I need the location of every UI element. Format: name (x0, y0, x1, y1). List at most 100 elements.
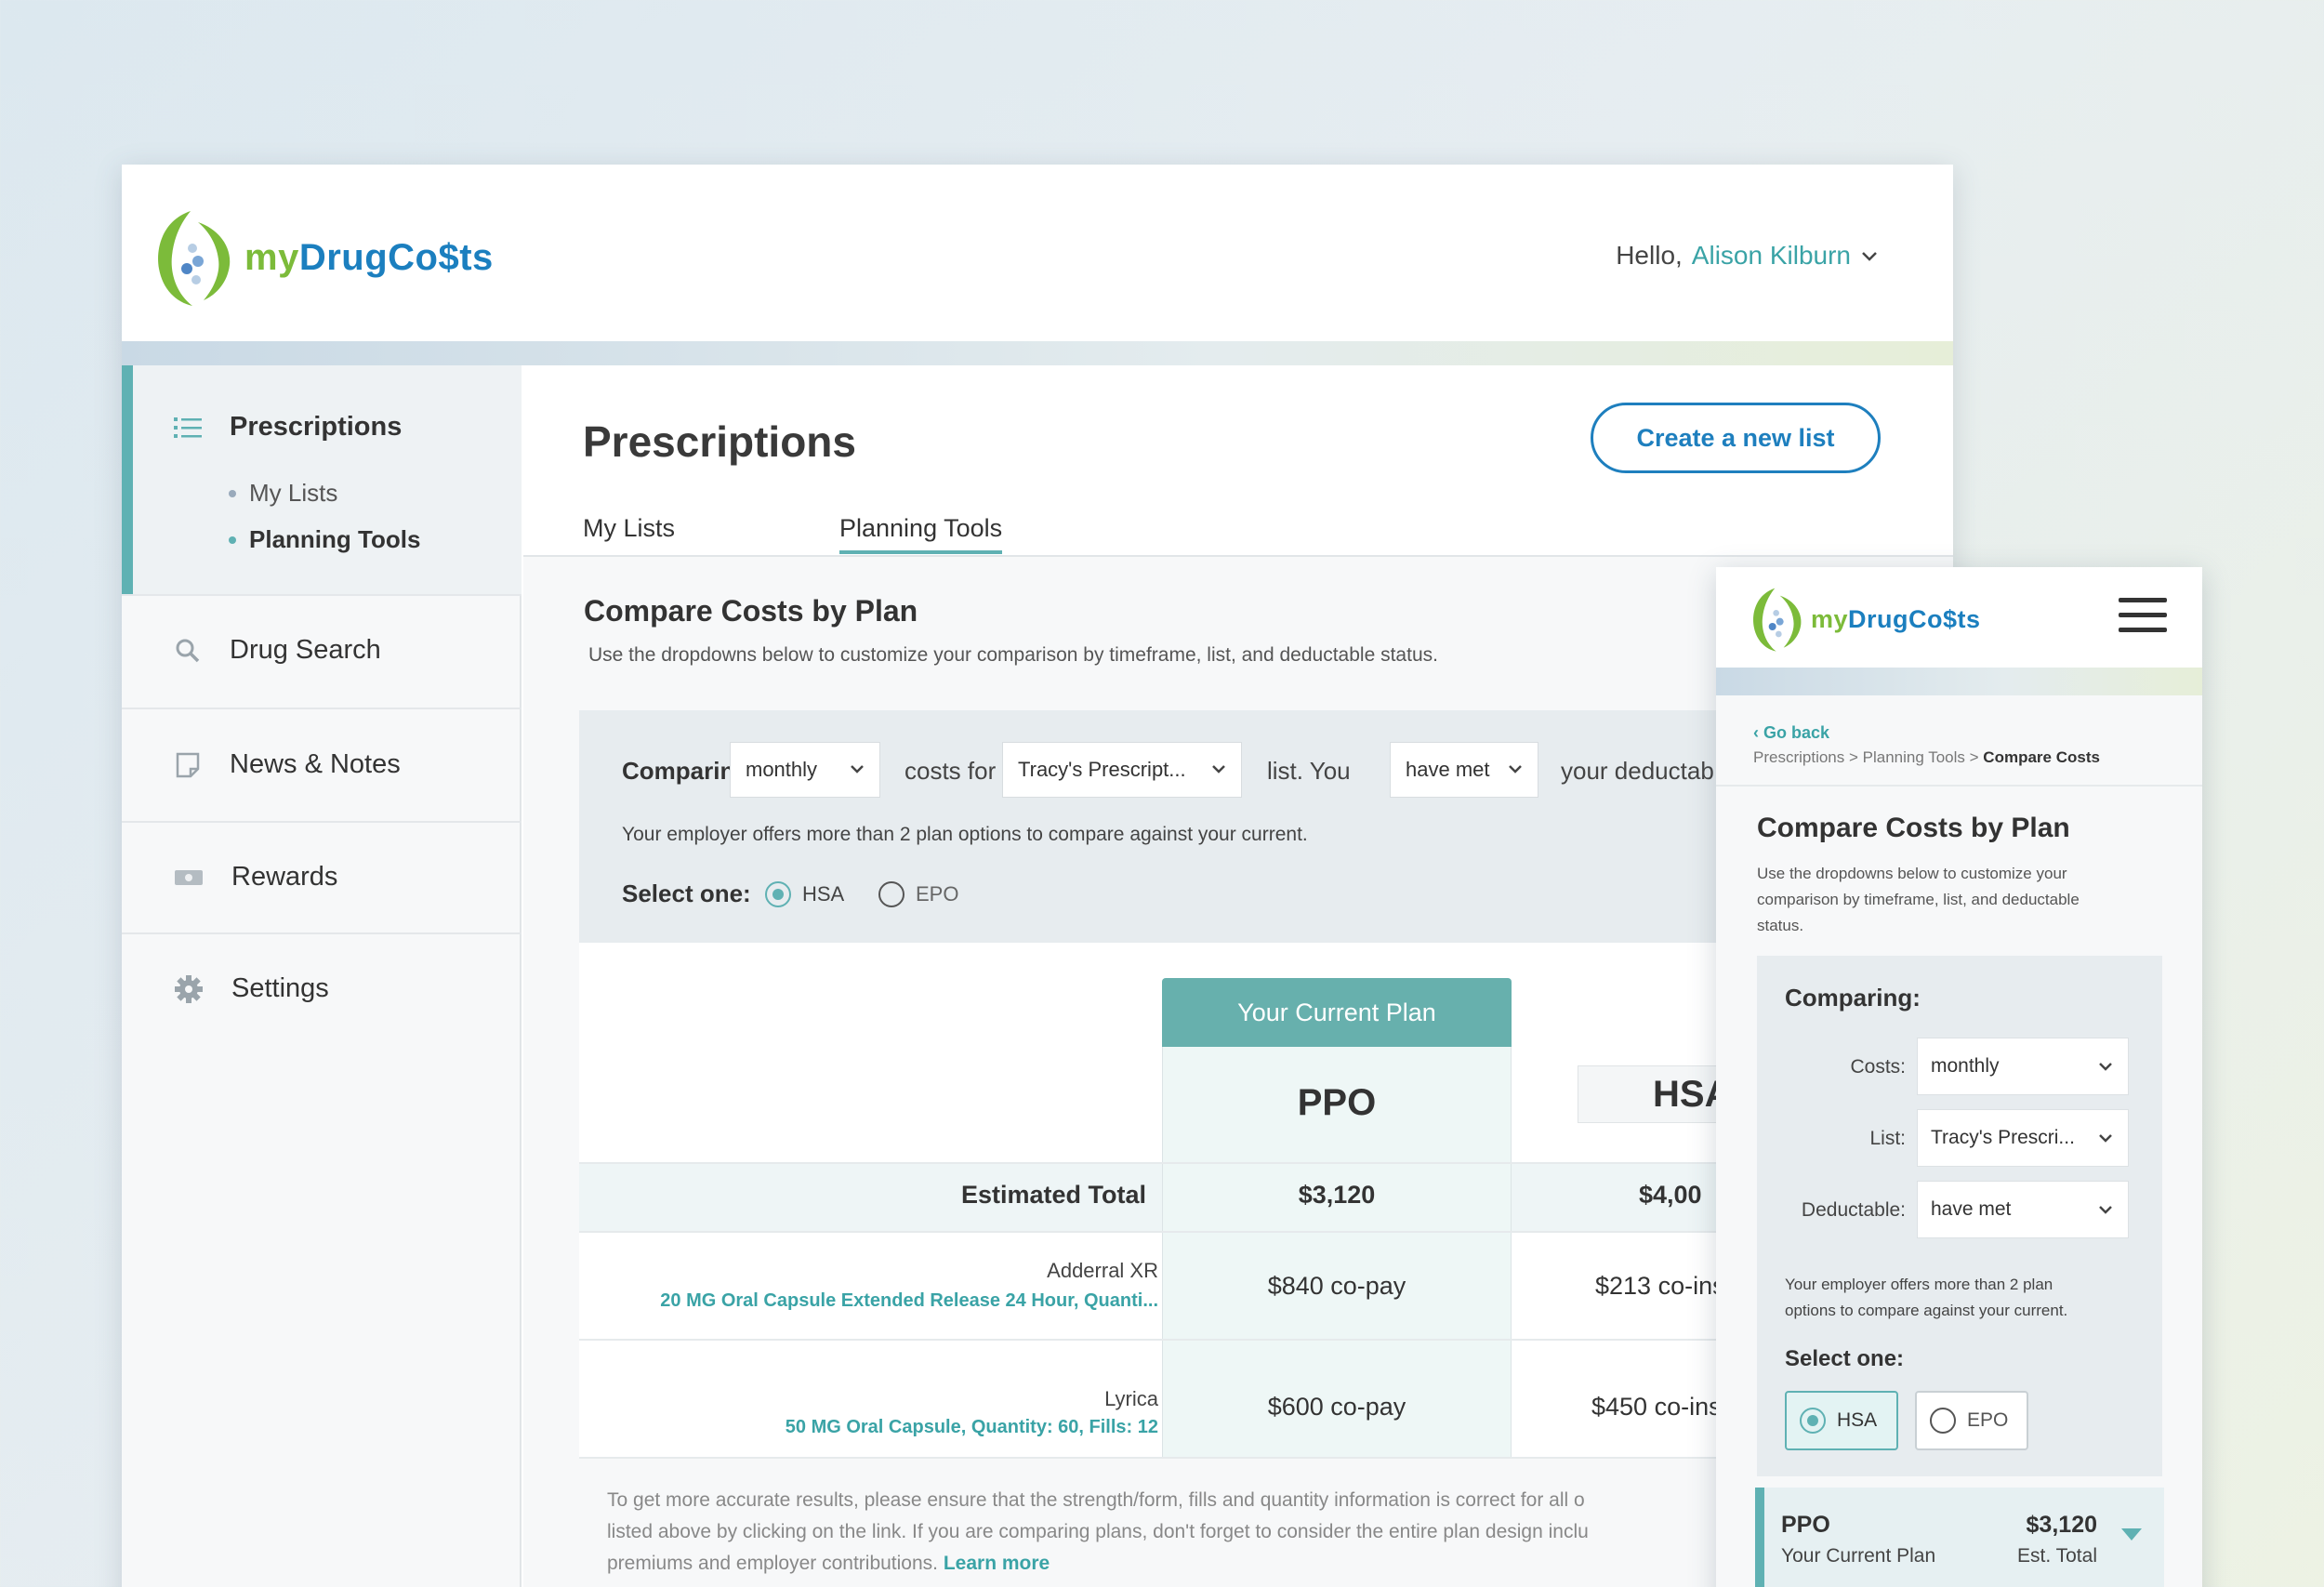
drug-detail-link[interactable]: 50 MG Oral Capsule, Quantity: 60, Fills:… (786, 1417, 1158, 1438)
list-value: Tracy's Prescript... (1018, 758, 1186, 781)
footnote-line: To get more accurate results, please ens… (607, 1489, 1585, 1511)
sidebar-item-prescriptions[interactable]: Prescriptions (174, 412, 402, 443)
radio-epo[interactable]: EPO (878, 881, 958, 907)
radio-hsa[interactable]: HSA (765, 881, 844, 907)
tab-planning-tools[interactable]: Planning Tools (839, 514, 1003, 554)
sidebar-item-label: Settings (231, 973, 329, 1003)
mobile-section-title: Compare Costs by Plan (1757, 813, 2070, 843)
mobile-radio-hsa[interactable]: HSA (1785, 1391, 1898, 1450)
divider (1716, 785, 2202, 787)
radio-unselected-icon (1930, 1408, 1956, 1434)
deductable-label: Deductable: (1801, 1199, 1906, 1221)
your-deductable-label: your deductab (1561, 757, 1714, 785)
chevron-down-icon (2099, 1063, 2112, 1071)
sidebar-item-settings[interactable]: Settings (174, 973, 329, 1004)
logo-mark-icon (158, 211, 231, 306)
mobile-deductable-select[interactable]: have met (1917, 1181, 2129, 1238)
drug-detail-link[interactable]: 20 MG Oral Capsule Extended Release 24 H… (660, 1290, 1158, 1312)
chevron-down-icon (1509, 765, 1522, 774)
hamburger-menu-icon[interactable] (2119, 598, 2167, 632)
deductible-value: have met (1406, 758, 1490, 781)
plan-name-ppo: PPO (1297, 1082, 1377, 1123)
mobile-brand-logo[interactable]: myDrugCo$ts (1751, 586, 1981, 653)
plan-subtitle: Your Current Plan (1781, 1545, 1936, 1567)
chevron-down-icon (851, 765, 864, 774)
logo-mark-icon (1753, 588, 1802, 652)
breadcrumb: Prescriptions > Planning Tools > Compare… (1753, 748, 2100, 766)
cash-icon (175, 869, 203, 885)
note-icon (176, 752, 200, 777)
sidebar-subitem-planning-tools[interactable]: Planning Tools (229, 525, 420, 554)
comparison-filter-panel: Comparing monthly costs for Tracy's Pres… (579, 710, 1881, 943)
mobile-section-description: Use the dropdowns below to customize you… (1757, 865, 2080, 934)
mobile-plan-card[interactable]: PPO Your Current Plan $3,120 Est. Total (1755, 1488, 2164, 1587)
radio-unselected-icon (878, 881, 905, 907)
expand-caret-icon[interactable] (2121, 1528, 2142, 1541)
timeframe-select[interactable]: monthly (730, 742, 880, 798)
plan-name: PPO (1781, 1512, 1830, 1538)
section-title: Compare Costs by Plan (584, 594, 918, 628)
sidebar-subitem-my-lists[interactable]: My Lists (229, 479, 337, 508)
select-one-label: Select one: (1785, 1346, 1905, 1371)
divider (122, 708, 522, 709)
list-label: List: (1869, 1128, 1906, 1149)
sidebar-item-label: Drug Search (230, 635, 381, 665)
user-menu[interactable]: Hello, Alison Kilburn (1616, 241, 1879, 271)
create-new-list-button[interactable]: Create a new list (1591, 403, 1881, 473)
desktop-window: myDrugCo$ts Hello, Alison Kilburn Prescr… (122, 165, 1953, 1587)
learn-more-link[interactable]: Learn more (944, 1553, 1050, 1574)
costs-for-label: costs for (905, 757, 997, 785)
total-ppo: $3,120 (1298, 1181, 1376, 1209)
header-gradient-band (122, 341, 1953, 365)
sidebar-item-news-notes[interactable]: News & Notes (174, 749, 401, 780)
logo-wordmark: myDrugCo$ts (1811, 604, 1981, 633)
drug-name: Adderral XR (1047, 1259, 1158, 1282)
user-name: Alison Kilburn (1691, 241, 1851, 270)
mobile-costs-select[interactable]: monthly (1917, 1038, 2129, 1095)
sidebar-subitem-label: My Lists (249, 479, 338, 507)
app-header: myDrugCo$ts Hello, Alison Kilburn (122, 165, 1953, 341)
header-gradient-band (1716, 668, 2202, 695)
breadcrumb-current: Compare Costs (1983, 748, 2100, 766)
tab-my-lists[interactable]: My Lists (583, 514, 675, 550)
sidebar-item-drug-search[interactable]: Drug Search (174, 635, 381, 666)
sidebar-item-label: News & Notes (230, 749, 401, 779)
brand-logo[interactable]: myDrugCo$ts (155, 207, 494, 308)
mobile-list-select[interactable]: Tracy's Prescri... (1917, 1109, 2129, 1167)
bullet-icon (229, 489, 236, 497)
deductible-select[interactable]: have met (1390, 742, 1538, 798)
sidebar-item-label: Rewards (231, 862, 338, 892)
current-plan-header: Your Current Plan (1162, 978, 1512, 1047)
radio-selected-icon (765, 881, 791, 907)
sidebar: Prescriptions My Lists Planning Tools Dr… (122, 365, 522, 1587)
gear-icon (175, 974, 203, 1003)
drug-name: Lyrica (1104, 1387, 1158, 1410)
section-description: Use the dropdowns below to customize you… (588, 644, 1438, 666)
chevron-down-icon (2099, 1134, 2112, 1143)
chevron-down-icon (1862, 252, 1877, 261)
mobile-filter-panel: Comparing: Costs: monthly List: Tracy's … (1757, 956, 2162, 1476)
employer-note: Your employer offers more than 2 plan op… (622, 824, 1308, 845)
estimated-total-label: Estimated Total (960, 1181, 1146, 1209)
sidebar-item-label: Prescriptions (230, 412, 403, 442)
search-icon (176, 639, 200, 662)
list-select[interactable]: Tracy's Prescript... (1002, 742, 1242, 798)
go-back-link[interactable]: ‹ Go back (1753, 723, 1829, 743)
radio-label: HSA (802, 882, 845, 906)
divider (579, 1339, 1881, 1341)
footnote: To get more accurate results, please ens… (607, 1485, 1676, 1580)
costs-label: Costs: (1850, 1056, 1906, 1078)
mobile-window: myDrugCo$ts ‹ Go back Prescriptions > Pl… (1716, 567, 2202, 1587)
list-icon (174, 417, 202, 438)
comparison-table: Your Current Plan PPO HSA Estimated Tota… (579, 943, 1881, 1459)
employer-note: Your employer offers more than 2 plan opt… (1785, 1276, 2068, 1319)
radio-selected-icon (1800, 1408, 1826, 1434)
mobile-radio-epo[interactable]: EPO (1915, 1391, 2028, 1450)
divider (579, 1231, 1881, 1233)
list-you-label: list. You (1267, 757, 1351, 785)
drug-cost-ppo: $600 co-pay (1267, 1393, 1406, 1421)
comparing-label: Comparing: (1785, 984, 1921, 1012)
drug-cost-ppo: $840 co-pay (1267, 1272, 1406, 1300)
sidebar-item-rewards[interactable]: Rewards (174, 862, 337, 893)
timeframe-value: monthly (746, 758, 818, 781)
